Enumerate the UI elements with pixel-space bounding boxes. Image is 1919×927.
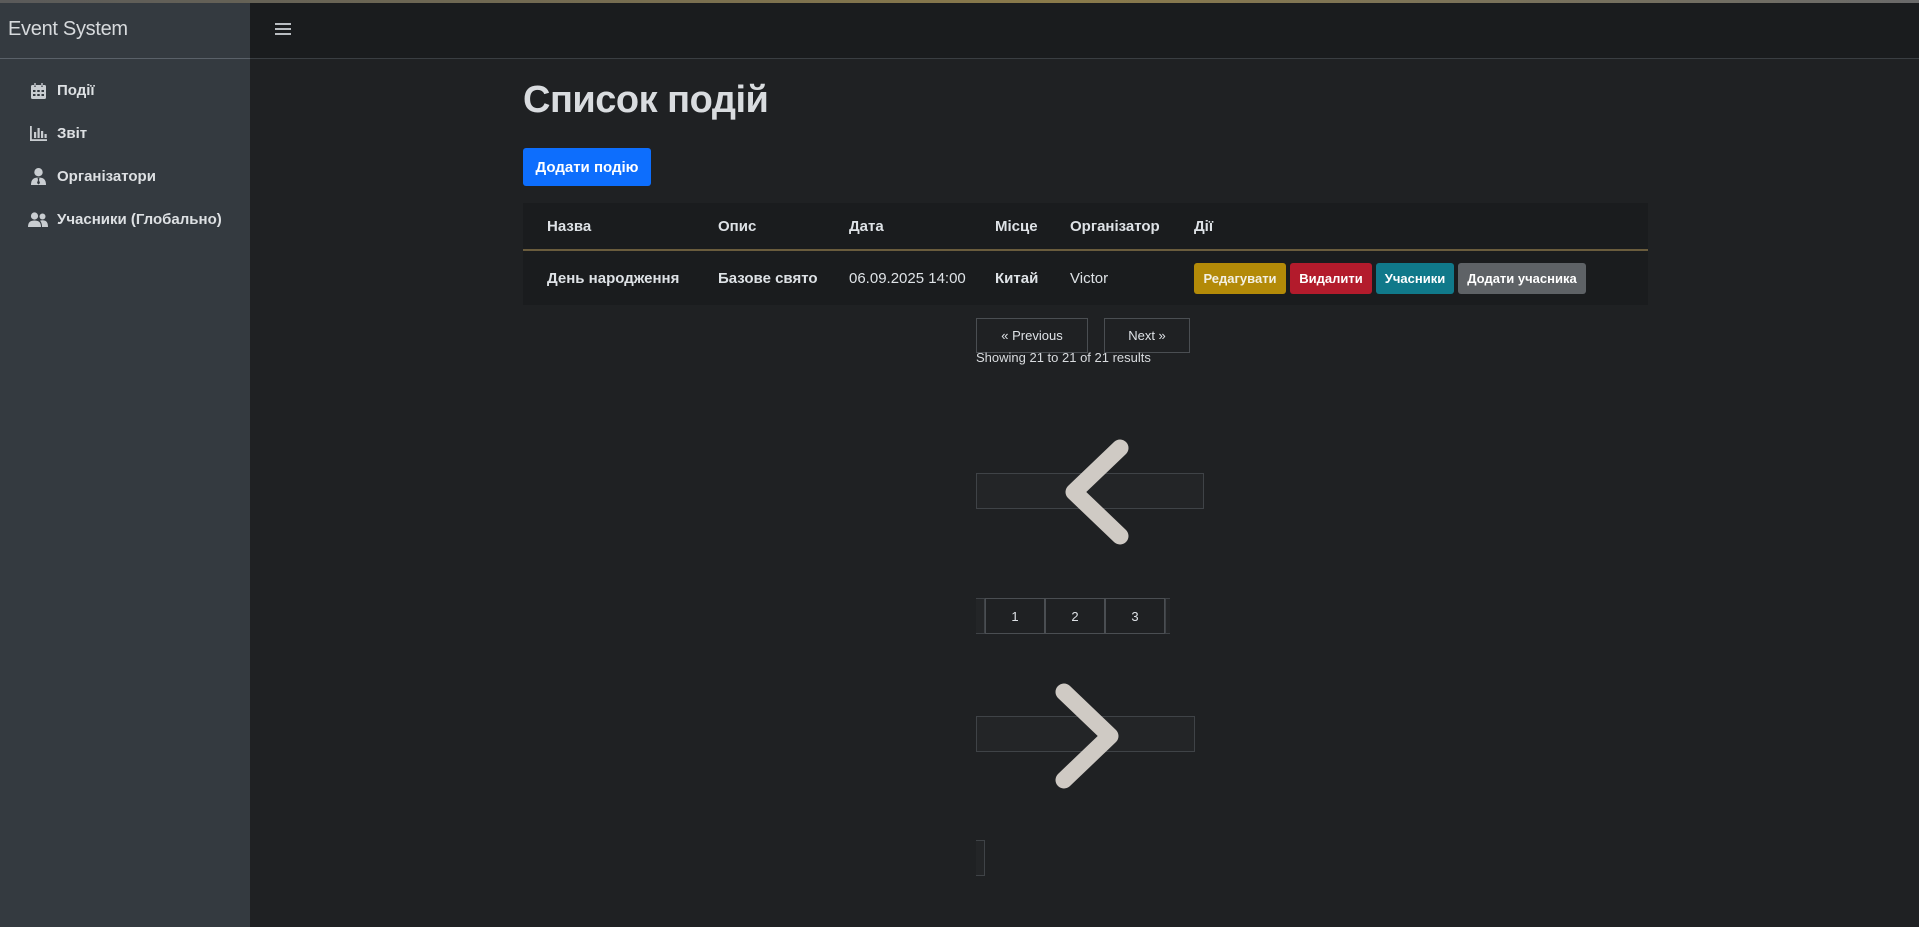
add-event-button[interactable]: Додати подію bbox=[523, 148, 651, 186]
topbar bbox=[250, 0, 1919, 59]
sidebar-item-organizers[interactable]: Організатори bbox=[0, 155, 250, 198]
top-accent-line bbox=[0, 0, 1919, 3]
edit-button[interactable]: Редагувати bbox=[1194, 262, 1286, 294]
cell-date: 06.09.2025 14:00 bbox=[849, 269, 966, 287]
cell-name: День народження bbox=[547, 269, 680, 287]
cell-place: Китай bbox=[995, 269, 1039, 287]
pagination-edge-right bbox=[1165, 598, 1170, 634]
header-organizer: Організатор bbox=[1070, 217, 1160, 235]
users-icon bbox=[28, 211, 48, 229]
delete-button[interactable]: Видалити bbox=[1290, 262, 1372, 294]
sidebar-item-report[interactable]: Звіт bbox=[0, 112, 250, 155]
sidebar-item-label: Організатори bbox=[57, 168, 156, 185]
pagination-edge-left bbox=[976, 598, 985, 634]
sidebar-item-participants-global[interactable]: Учасники (Глобально) bbox=[0, 198, 250, 241]
events-table: Назва Опис Дата Місце Організатор Дії Де… bbox=[523, 203, 1648, 305]
previous-button[interactable]: « Previous bbox=[976, 318, 1088, 353]
page-title: Список подій bbox=[523, 79, 769, 121]
bar-chart-icon bbox=[28, 125, 48, 143]
cell-organizer: Victor bbox=[1070, 269, 1109, 287]
brand-title[interactable]: Event System bbox=[0, 0, 250, 59]
chevron-right-icon[interactable] bbox=[1035, 676, 1135, 796]
pagination-edge-bottom bbox=[976, 840, 985, 876]
page-1-button[interactable]: 1 bbox=[985, 598, 1045, 634]
header-date: Дата bbox=[849, 217, 884, 235]
sidebar-item-events[interactable]: Події bbox=[0, 69, 250, 112]
page-2-button[interactable]: 2 bbox=[1045, 598, 1105, 634]
next-button[interactable]: Next » bbox=[1104, 318, 1190, 353]
cell-description: Базове свято bbox=[718, 269, 818, 287]
header-actions: Дії bbox=[1194, 217, 1214, 235]
calendar-icon bbox=[28, 82, 48, 100]
sidebar-nav: Події Звіт Організатори Учасники (Глобал… bbox=[0, 59, 250, 241]
header-name: Назва bbox=[547, 217, 592, 235]
sidebar: Event System Події Звіт Організатори Уча… bbox=[0, 0, 250, 927]
menu-toggle-icon[interactable] bbox=[274, 20, 292, 38]
add-participant-button[interactable]: Додати учасника bbox=[1458, 262, 1586, 294]
sidebar-item-label: Звіт bbox=[57, 125, 88, 142]
header-place: Місце bbox=[995, 217, 1038, 235]
user-tie-icon bbox=[28, 168, 48, 186]
sidebar-item-label: Події bbox=[57, 82, 95, 99]
participants-button[interactable]: Учасники bbox=[1376, 262, 1454, 294]
sidebar-item-label: Учасники (Глобально) bbox=[57, 211, 222, 228]
table-header: Назва Опис Дата Місце Організатор Дії bbox=[523, 203, 1648, 251]
chevron-left-icon[interactable] bbox=[1052, 432, 1152, 552]
page-3-button[interactable]: 3 bbox=[1105, 598, 1165, 634]
header-description: Опис bbox=[718, 217, 757, 235]
row-actions: Редагувати Видалити Учасники Додати учас… bbox=[1194, 262, 1586, 294]
results-summary: Showing 21 to 21 of 21 results bbox=[976, 350, 1151, 365]
table-row: День народження Базове свято 06.09.2025 … bbox=[523, 251, 1648, 305]
